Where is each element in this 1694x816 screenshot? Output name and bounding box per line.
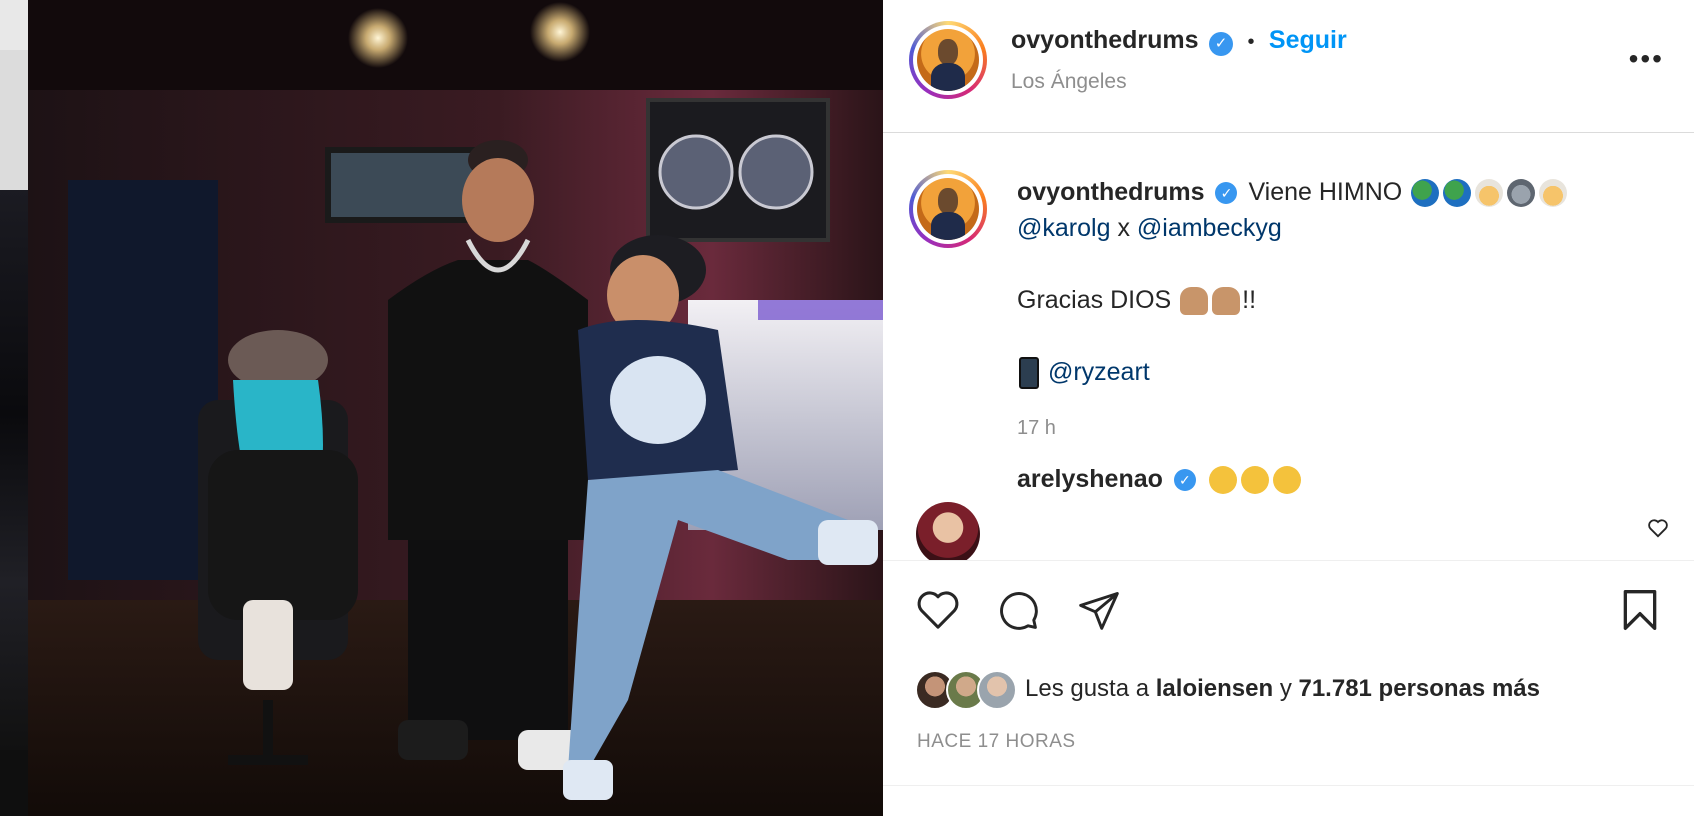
post-location[interactable]: Los Ángeles — [1011, 70, 1127, 94]
clapping-hands-icon — [1240, 466, 1269, 495]
comment-author-avatar[interactable] — [916, 502, 980, 560]
likes-user[interactable]: laloiensen — [1156, 675, 1273, 702]
caption-time[interactable]: 17 h — [1017, 410, 1657, 446]
author-avatar[interactable] — [909, 21, 987, 99]
backdrop-segment — [0, 50, 28, 190]
backdrop-segment — [0, 0, 28, 50]
likes-summary[interactable]: Les gusta a laloiensen y 71.781 personas… — [1025, 675, 1540, 703]
koala-icon — [1507, 179, 1536, 208]
section-divider — [883, 785, 1694, 786]
more-options-icon[interactable]: ••• — [1629, 45, 1664, 73]
folded-hands-icon — [1212, 287, 1241, 316]
comment-like-heart-icon[interactable] — [1647, 518, 1669, 538]
comment-icon[interactable] — [995, 588, 1041, 632]
comment-line: arelyshenao ✓ — [1017, 465, 1303, 495]
header-author-line: ovyonthedrums ✓ • Seguir — [1011, 26, 1347, 56]
liker-avatar[interactable] — [977, 670, 1017, 710]
older-woman-icon — [1475, 179, 1504, 208]
likes-prefix: Les gusta a — [1025, 675, 1150, 702]
globe-americas-icon — [1443, 179, 1472, 208]
post-photo[interactable] — [28, 0, 883, 816]
caption-line1: Viene HIMNO — [1248, 178, 1403, 206]
post-timestamp[interactable]: HACE 17 HORAS — [917, 731, 1076, 753]
bookmark-icon[interactable] — [1620, 588, 1660, 632]
clapping-hands-icon — [1208, 466, 1237, 495]
likes-conj: y — [1279, 675, 1292, 702]
follow-button[interactable]: Seguir — [1269, 26, 1347, 54]
caption-line2-suffix: !! — [1242, 286, 1257, 314]
comments-area[interactable]: ovyonthedrums ✓ Viene HIMNO @karolg x @i… — [883, 133, 1694, 560]
feed-backdrop — [0, 0, 28, 816]
comment-author-username[interactable]: arelyshenao — [1017, 465, 1163, 493]
verified-badge-icon: ✓ — [1173, 469, 1196, 492]
studio-photo-illustration — [28, 0, 883, 816]
post-actions: Les gusta a laloiensen y 71.781 personas… — [883, 561, 1694, 816]
author-username[interactable]: ovyonthedrums — [1011, 26, 1199, 54]
caption-joiner: x — [1117, 214, 1130, 242]
likes-count[interactable]: 71.781 personas más — [1298, 675, 1540, 702]
mobile-phone-icon — [1019, 357, 1039, 390]
post-header: ovyonthedrums ✓ • Seguir Los Ángeles ••• — [883, 0, 1694, 133]
caption-author-avatar[interactable] — [909, 170, 987, 248]
clapping-hands-icon — [1272, 466, 1301, 495]
mention-iambeckyg[interactable]: @iambeckyg — [1137, 214, 1282, 242]
folded-hands-icon — [1180, 287, 1209, 316]
share-icon[interactable] — [1076, 588, 1122, 632]
globe-americas-icon — [1411, 179, 1440, 208]
verified-badge-icon: ✓ — [1215, 182, 1238, 205]
caption-line2: Gracias DIOS — [1017, 286, 1172, 314]
post-side-panel: ovyonthedrums ✓ • Seguir Los Ángeles •••… — [883, 0, 1694, 816]
mention-ryzeart[interactable]: @ryzeart — [1048, 358, 1150, 386]
caption: ovyonthedrums ✓ Viene HIMNO @karolg x @i… — [1017, 177, 1657, 446]
verified-badge-icon: ✓ — [1208, 31, 1233, 56]
separator-dot: • — [1247, 31, 1255, 53]
older-woman-icon — [1539, 179, 1568, 208]
heart-icon[interactable] — [915, 588, 961, 630]
backdrop-segment — [0, 190, 28, 750]
mention-karolg[interactable]: @karolg — [1017, 214, 1110, 242]
caption-author-username[interactable]: ovyonthedrums — [1017, 178, 1205, 206]
